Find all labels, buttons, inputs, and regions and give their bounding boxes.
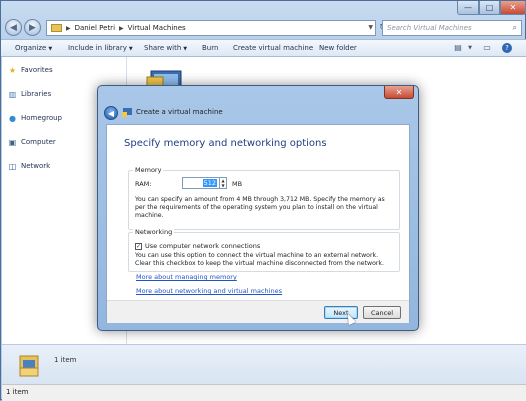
network-icon: ◫ [8, 161, 17, 171]
dialog-close-button[interactable]: ✕ [384, 86, 414, 99]
nav-item-label: Favorites [21, 66, 53, 74]
virtual-machine-icon [122, 108, 132, 117]
new-folder-button[interactable]: New folder [319, 44, 357, 52]
view-options-icon[interactable]: ▤ [452, 43, 464, 53]
networking-description: You can use this option to connect the v… [135, 252, 384, 267]
nav-item-network[interactable]: ◫ Network [8, 160, 51, 172]
address-dropdown-icon[interactable]: ▼ [368, 24, 373, 31]
star-icon: ★ [8, 65, 17, 75]
search-placeholder: Search Virtual Machines [387, 24, 472, 32]
navigation-row: ◀ ▶ ▶ Daniel Petri ▶ Virtual Machines ▼ … [1, 16, 526, 38]
details-item-count: 1 item [54, 356, 77, 364]
dialog-title: Create a virtual machine [136, 108, 223, 116]
help-icon[interactable]: ? [502, 43, 512, 53]
nav-item-label: Libraries [21, 90, 52, 98]
organize-label: Organize [15, 44, 47, 52]
library-icon: ▥ [8, 89, 17, 99]
organize-menu[interactable]: Organize ▼ [15, 44, 52, 52]
memory-group-label: Memory [133, 166, 164, 174]
status-bar: 1 item [2, 384, 526, 401]
cancel-button[interactable]: Cancel [363, 306, 401, 319]
breadcrumb-separator-icon[interactable]: ▶ [66, 25, 71, 32]
view-dropdown-icon[interactable]: ▼ [464, 45, 476, 55]
networking-link[interactable]: More about networking and virtual machin… [136, 287, 282, 295]
nav-item-homegroup[interactable]: ● Homegroup [8, 112, 62, 124]
search-icon[interactable]: ⌕ [513, 23, 517, 33]
use-network-checkbox[interactable]: ✓ Use computer network connections [135, 242, 260, 250]
back-arrow-icon[interactable]: ◀ [5, 19, 22, 36]
include-in-library-menu[interactable]: Include in library ▼ [68, 44, 133, 52]
computer-icon: ▣ [8, 137, 17, 147]
nav-item-label: Network [21, 162, 51, 170]
command-bar: Organize ▼ Include in library ▼ Share with… [1, 39, 526, 57]
dialog-body: Specify memory and networking options Me… [106, 124, 410, 323]
create-vm-dialog: ◀ Create a virtual machine ✕ Specify mem… [97, 85, 419, 331]
breadcrumb-separator-icon[interactable]: ▶ [119, 25, 124, 32]
minimize-button[interactable]: — [457, 1, 479, 15]
back-arrow-icon[interactable]: ◀ [104, 106, 118, 120]
dialog-footer: Next Cancel [107, 300, 409, 323]
folder-icon [51, 24, 62, 32]
chevron-down-icon: ▼ [48, 46, 53, 52]
homegroup-icon: ● [9, 113, 16, 123]
nav-item-label: Computer [21, 138, 56, 146]
status-item-count: 1 item [6, 388, 29, 396]
preview-pane-icon[interactable]: ▭ [481, 43, 493, 53]
details-pane: 1 item [2, 344, 526, 385]
networking-group: Networking ✓ Use computer network connec… [128, 228, 400, 272]
maximize-button[interactable]: □ [479, 1, 500, 15]
breadcrumb-virtual-machines[interactable]: Virtual Machines [128, 24, 186, 32]
include-in-library-label: Include in library [68, 44, 127, 52]
networking-group-label: Networking [133, 228, 175, 236]
chevron-down-icon: ▼ [183, 46, 188, 52]
ram-label: RAM: [135, 180, 152, 188]
memory-group: Memory RAM: 512 ▲ ▼ MB You can specify an… [128, 166, 400, 230]
search-input[interactable]: Search Virtual Machines ⌕ [382, 20, 522, 36]
forward-arrow-icon[interactable]: ▶ [24, 19, 41, 36]
dialog-heading: Specify memory and networking options [124, 138, 327, 149]
memory-description: You can specify an amount from 4 MB thro… [135, 196, 385, 219]
share-with-label: Share with [144, 44, 182, 52]
nav-item-label: Homegroup [21, 114, 63, 122]
nav-item-computer[interactable]: ▣ Computer [8, 136, 56, 148]
ram-unit: MB [232, 180, 243, 188]
burn-button[interactable]: Burn [202, 44, 218, 52]
ram-input[interactable]: 512 [182, 177, 220, 189]
nav-item-libraries[interactable]: ▥ Libraries [8, 88, 52, 100]
nav-item-favorites[interactable]: ★ Favorites [8, 64, 53, 76]
share-with-menu[interactable]: Share with ▼ [144, 44, 187, 52]
folder-stack-icon [19, 355, 39, 377]
chevron-down-icon: ▼ [128, 46, 133, 52]
ram-spinner[interactable]: ▲ ▼ [220, 177, 227, 189]
close-button[interactable]: ✕ [500, 1, 526, 15]
checkbox-label: Use computer network connections [145, 242, 261, 250]
address-bar[interactable]: ▶ Daniel Petri ▶ Virtual Machines ▼ [46, 20, 376, 36]
checkmark-icon[interactable]: ✓ [135, 242, 142, 250]
managing-memory-link[interactable]: More about managing memory [136, 273, 237, 281]
breadcrumb-daniel-petri[interactable]: Daniel Petri [75, 24, 115, 32]
create-virtual-machine-button[interactable]: Create virtual machine [233, 44, 313, 52]
ram-value: 512 [202, 179, 217, 187]
